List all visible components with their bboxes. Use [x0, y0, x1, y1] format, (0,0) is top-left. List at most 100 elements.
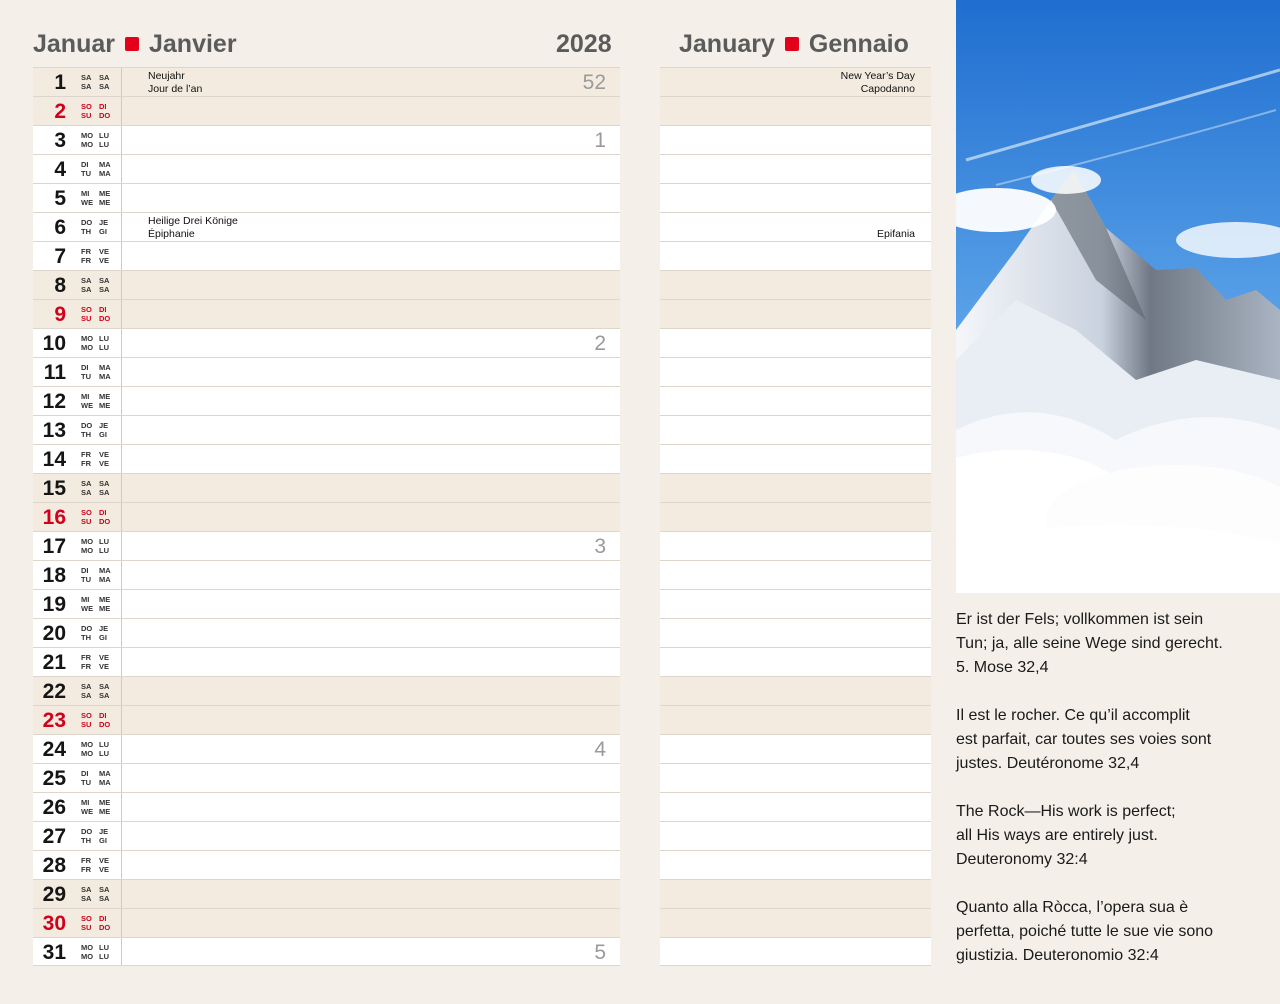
- day-row[interactable]: [660, 676, 931, 705]
- day-row[interactable]: 8 SA SA SA SA: [33, 270, 620, 299]
- day-row[interactable]: 17 MO MO LU LU 3: [33, 531, 620, 560]
- day-number: 18: [42, 564, 66, 587]
- day-row[interactable]: 3 MO MO LU LU 1: [33, 125, 620, 154]
- day-row[interactable]: [660, 821, 931, 850]
- week-number: 5: [594, 941, 606, 964]
- day-row[interactable]: [660, 96, 931, 125]
- day-cell: 4 DI TU MA MA: [33, 155, 122, 183]
- day-cell: 23 SO SU DI DO: [33, 706, 122, 734]
- day-row[interactable]: 22 SA SA SA SA: [33, 676, 620, 705]
- day-row[interactable]: 11 DI TU MA MA: [33, 357, 620, 386]
- day-number: 27: [42, 825, 66, 848]
- day-row[interactable]: 2 SO SU DI DO: [33, 96, 620, 125]
- day-row[interactable]: 29 SA SA SA SA: [33, 879, 620, 908]
- weekday-abbrev: VE VE: [99, 247, 110, 265]
- day-row[interactable]: [660, 299, 931, 328]
- weekday-abbrev: LU LU: [99, 537, 109, 555]
- day-row[interactable]: [660, 879, 931, 908]
- red-square-icon: [784, 37, 799, 51]
- day-number: 2: [54, 100, 66, 123]
- day-row[interactable]: [660, 270, 931, 299]
- holiday-note: ​Epifania: [877, 228, 915, 240]
- day-cell: 30 SO SU DI DO: [33, 909, 122, 937]
- day-row[interactable]: 23 SO SU DI DO: [33, 705, 620, 734]
- day-row[interactable]: 21 FR FR VE VE: [33, 647, 620, 676]
- day-row[interactable]: [660, 589, 931, 618]
- day-row[interactable]: 1 SA SA SA SA Neujahr Jour de l’an 52: [33, 67, 620, 96]
- red-square-icon: [124, 37, 139, 51]
- day-row[interactable]: 5 MI WE ME ME: [33, 183, 620, 212]
- day-row[interactable]: 9 SO SU DI DO: [33, 299, 620, 328]
- day-row[interactable]: ​Epifania: [660, 212, 931, 241]
- day-number: 11: [43, 361, 66, 384]
- day-row[interactable]: [660, 734, 931, 763]
- weekday-abbrev: ME ME: [99, 392, 111, 410]
- day-row[interactable]: 10 MO MO LU LU 2: [33, 328, 620, 357]
- day-number: 29: [42, 883, 66, 906]
- day-row[interactable]: New Year’s Day Capodanno: [660, 67, 931, 96]
- day-row[interactable]: 15 SA SA SA SA: [33, 473, 620, 502]
- day-row[interactable]: [660, 502, 931, 531]
- bible-verses: Er ist der Fels; vollkommen ist sein Tun;…: [956, 608, 1261, 992]
- day-row[interactable]: 4 DI TU MA MA: [33, 154, 620, 183]
- day-row[interactable]: 18 DI TU MA MA: [33, 560, 620, 589]
- day-cell: 19 MI WE ME ME: [33, 590, 122, 618]
- holiday-note: Heilige Drei Könige Épiphanie: [148, 215, 238, 240]
- day-row[interactable]: 16 SO SU DI DO: [33, 502, 620, 531]
- day-row[interactable]: 31 MO MO LU LU 5: [33, 937, 620, 966]
- day-row[interactable]: [660, 908, 931, 937]
- day-row[interactable]: [660, 183, 931, 212]
- weekday-abbrev: DI DO: [99, 914, 111, 932]
- day-cell: 3 MO MO LU LU: [33, 126, 122, 154]
- week-number: 1: [594, 129, 606, 152]
- day-row[interactable]: [660, 705, 931, 734]
- day-cell: 16 SO SU DI DO: [33, 503, 122, 531]
- day-row[interactable]: 26 MI WE ME ME: [33, 792, 620, 821]
- day-cell: 8 SA SA SA SA: [33, 271, 122, 299]
- day-row[interactable]: [660, 618, 931, 647]
- weekday-abbrev: LU LU: [99, 943, 109, 961]
- day-cell: 11 DI TU MA MA: [33, 358, 122, 386]
- day-row[interactable]: [660, 328, 931, 357]
- weekday-abbrev: VE VE: [99, 653, 110, 671]
- day-row[interactable]: [660, 415, 931, 444]
- day-cell: 25 DI TU MA MA: [33, 764, 122, 792]
- day-row[interactable]: [660, 792, 931, 821]
- day-row[interactable]: [660, 763, 931, 792]
- day-row[interactable]: 7 FR FR VE VE: [33, 241, 620, 270]
- day-row[interactable]: [660, 647, 931, 676]
- day-number: 15: [42, 477, 66, 500]
- day-row[interactable]: [660, 473, 931, 502]
- day-row[interactable]: 24 MO MO LU LU 4: [33, 734, 620, 763]
- day-row[interactable]: 13 DO TH JE GI: [33, 415, 620, 444]
- day-grid-right: New Year’s DayCapodanno ​Epifania: [660, 67, 931, 966]
- verse-block: Il est le rocher. Ce qu’il accomplit est …: [956, 707, 1212, 772]
- holiday-note: Neujahr Jour de l’an: [148, 70, 203, 95]
- day-row[interactable]: [660, 850, 931, 879]
- day-row[interactable]: [660, 444, 931, 473]
- day-row[interactable]: 20 DO TH JE GI: [33, 618, 620, 647]
- day-row[interactable]: 25 DI TU MA MA: [33, 763, 620, 792]
- day-row[interactable]: [660, 357, 931, 386]
- day-row[interactable]: 14 FR FR VE VE: [33, 444, 620, 473]
- day-row[interactable]: [660, 560, 931, 589]
- weekday-abbrev: MA MA: [99, 566, 111, 584]
- day-row[interactable]: 12 MI WE ME ME: [33, 386, 620, 415]
- day-row[interactable]: [660, 125, 931, 154]
- day-row[interactable]: [660, 937, 931, 966]
- day-row[interactable]: [660, 241, 931, 270]
- weekday-abbrev: ME ME: [99, 798, 111, 816]
- week-number: 4: [594, 738, 606, 761]
- day-number: 23: [42, 709, 66, 732]
- day-row[interactable]: 6 DO TH JE GI Heilige Drei Könige Épiphanie: [33, 212, 620, 241]
- day-row[interactable]: 28 FR FR VE VE: [33, 850, 620, 879]
- day-row[interactable]: [660, 154, 931, 183]
- day-number: 13: [42, 419, 66, 442]
- day-row[interactable]: 19 MI WE ME ME: [33, 589, 620, 618]
- day-row[interactable]: 27 DO TH JE GI: [33, 821, 620, 850]
- day-row[interactable]: [660, 386, 931, 415]
- day-row[interactable]: [660, 531, 931, 560]
- day-number: 30: [42, 912, 66, 935]
- month-name-french: Janvier: [148, 30, 237, 58]
- day-row[interactable]: 30 SO SU DI DO: [33, 908, 620, 937]
